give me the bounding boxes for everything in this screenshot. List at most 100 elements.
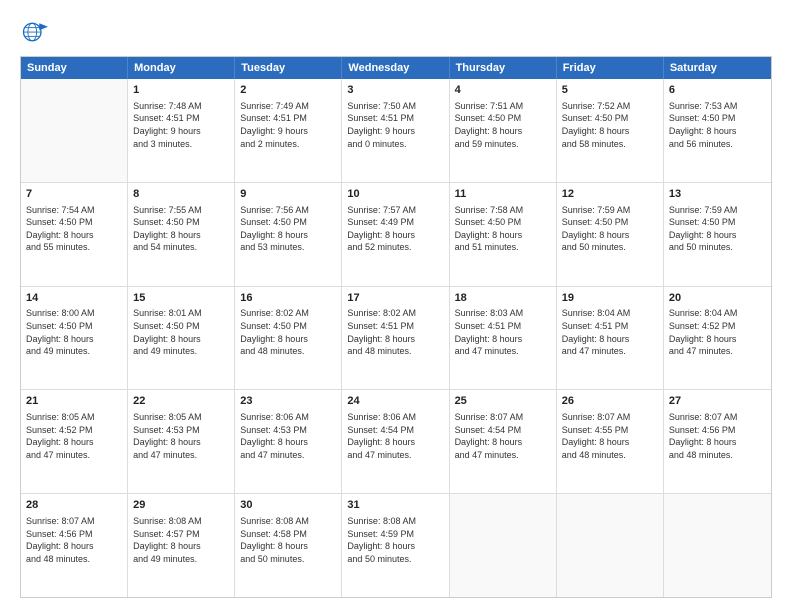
header <box>20 18 772 46</box>
cell-info: Sunrise: 7:59 AM Sunset: 4:50 PM Dayligh… <box>669 204 766 254</box>
page: SundayMondayTuesdayWednesdayThursdayFrid… <box>0 0 792 612</box>
calendar-cell: 6 Sunrise: 7:53 AM Sunset: 4:50 PM Daylig… <box>664 79 771 182</box>
calendar-cell: 5 Sunrise: 7:52 AM Sunset: 4:50 PM Daylig… <box>557 79 664 182</box>
day-number: 7 <box>26 187 122 202</box>
calendar-cell <box>450 494 557 597</box>
cell-info: Sunrise: 8:00 AM Sunset: 4:50 PM Dayligh… <box>26 307 122 357</box>
header-day-monday: Monday <box>128 57 235 79</box>
day-number: 12 <box>562 187 658 202</box>
cell-info: Sunrise: 8:06 AM Sunset: 4:54 PM Dayligh… <box>347 411 443 461</box>
calendar-cell: 1 Sunrise: 7:48 AM Sunset: 4:51 PM Daylig… <box>128 79 235 182</box>
day-number: 4 <box>455 83 551 98</box>
cell-info: Sunrise: 8:04 AM Sunset: 4:51 PM Dayligh… <box>562 307 658 357</box>
cell-info: Sunrise: 8:08 AM Sunset: 4:58 PM Dayligh… <box>240 515 336 565</box>
calendar-body: 1 Sunrise: 7:48 AM Sunset: 4:51 PM Daylig… <box>21 79 771 597</box>
calendar-cell: 20Sunrise: 8:04 AM Sunset: 4:52 PM Dayli… <box>664 287 771 390</box>
calendar-cell: 29 Sunrise: 8:08 AM Sunset: 4:57 PM Dayli… <box>128 494 235 597</box>
cell-info: Sunrise: 8:01 AM Sunset: 4:50 PM Dayligh… <box>133 307 229 357</box>
day-number: 15 <box>133 291 229 306</box>
header-day-tuesday: Tuesday <box>235 57 342 79</box>
day-number: 16 <box>240 291 336 306</box>
calendar-cell: 31Sunrise: 8:08 AM Sunset: 4:59 PM Dayli… <box>342 494 449 597</box>
cell-info: Sunrise: 8:07 AM Sunset: 4:55 PM Dayligh… <box>562 411 658 461</box>
day-number: 14 <box>26 291 122 306</box>
day-number: 10 <box>347 187 443 202</box>
day-number: 13 <box>669 187 766 202</box>
header-day-wednesday: Wednesday <box>342 57 449 79</box>
calendar-cell: 23Sunrise: 8:06 AM Sunset: 4:53 PM Dayli… <box>235 390 342 493</box>
calendar-cell: 7 Sunrise: 7:54 AM Sunset: 4:50 PM Daylig… <box>21 183 128 286</box>
day-number: 18 <box>455 291 551 306</box>
cell-info: Sunrise: 7:57 AM Sunset: 4:49 PM Dayligh… <box>347 204 443 254</box>
calendar-cell: 16Sunrise: 8:02 AM Sunset: 4:50 PM Dayli… <box>235 287 342 390</box>
day-number: 17 <box>347 291 443 306</box>
day-number: 8 <box>133 187 229 202</box>
cell-info: Sunrise: 8:07 AM Sunset: 4:56 PM Dayligh… <box>669 411 766 461</box>
day-number: 11 <box>455 187 551 202</box>
calendar-cell: 28Sunrise: 8:07 AM Sunset: 4:56 PM Dayli… <box>21 494 128 597</box>
calendar-cell: 4 Sunrise: 7:51 AM Sunset: 4:50 PM Daylig… <box>450 79 557 182</box>
day-number: 25 <box>455 394 551 409</box>
cell-info: Sunrise: 7:56 AM Sunset: 4:50 PM Dayligh… <box>240 204 336 254</box>
cell-info: Sunrise: 8:08 AM Sunset: 4:59 PM Dayligh… <box>347 515 443 565</box>
logo <box>20 18 52 46</box>
cell-info: Sunrise: 7:51 AM Sunset: 4:50 PM Dayligh… <box>455 100 551 150</box>
week-row-2: 7 Sunrise: 7:54 AM Sunset: 4:50 PM Daylig… <box>21 182 771 286</box>
cell-info: Sunrise: 8:03 AM Sunset: 4:51 PM Dayligh… <box>455 307 551 357</box>
cell-info: Sunrise: 7:49 AM Sunset: 4:51 PM Dayligh… <box>240 100 336 150</box>
day-number: 29 <box>133 498 229 513</box>
calendar-cell <box>557 494 664 597</box>
day-number: 5 <box>562 83 658 98</box>
cell-info: Sunrise: 8:07 AM Sunset: 4:56 PM Dayligh… <box>26 515 122 565</box>
calendar-cell: 19Sunrise: 8:04 AM Sunset: 4:51 PM Dayli… <box>557 287 664 390</box>
calendar-cell: 17Sunrise: 8:02 AM Sunset: 4:51 PM Dayli… <box>342 287 449 390</box>
week-row-5: 28Sunrise: 8:07 AM Sunset: 4:56 PM Dayli… <box>21 493 771 597</box>
cell-info: Sunrise: 7:53 AM Sunset: 4:50 PM Dayligh… <box>669 100 766 150</box>
calendar-cell: 30 Sunrise: 8:08 AM Sunset: 4:58 PM Dayli… <box>235 494 342 597</box>
day-number: 21 <box>26 394 122 409</box>
cell-info: Sunrise: 8:02 AM Sunset: 4:51 PM Dayligh… <box>347 307 443 357</box>
day-number: 6 <box>669 83 766 98</box>
day-number: 1 <box>133 83 229 98</box>
calendar-cell: 11 Sunrise: 7:58 AM Sunset: 4:50 PM Dayli… <box>450 183 557 286</box>
week-row-3: 14Sunrise: 8:00 AM Sunset: 4:50 PM Dayli… <box>21 286 771 390</box>
calendar-cell: 18Sunrise: 8:03 AM Sunset: 4:51 PM Dayli… <box>450 287 557 390</box>
header-day-thursday: Thursday <box>450 57 557 79</box>
cell-info: Sunrise: 7:54 AM Sunset: 4:50 PM Dayligh… <box>26 204 122 254</box>
calendar-cell: 27Sunrise: 8:07 AM Sunset: 4:56 PM Dayli… <box>664 390 771 493</box>
header-day-friday: Friday <box>557 57 664 79</box>
calendar-header: SundayMondayTuesdayWednesdayThursdayFrid… <box>21 57 771 79</box>
cell-info: Sunrise: 7:52 AM Sunset: 4:50 PM Dayligh… <box>562 100 658 150</box>
calendar-cell: 9 Sunrise: 7:56 AM Sunset: 4:50 PM Daylig… <box>235 183 342 286</box>
day-number: 24 <box>347 394 443 409</box>
week-row-1: 1 Sunrise: 7:48 AM Sunset: 4:51 PM Daylig… <box>21 79 771 182</box>
day-number: 3 <box>347 83 443 98</box>
calendar-cell: 15Sunrise: 8:01 AM Sunset: 4:50 PM Dayli… <box>128 287 235 390</box>
cell-info: Sunrise: 8:06 AM Sunset: 4:53 PM Dayligh… <box>240 411 336 461</box>
cell-info: Sunrise: 8:08 AM Sunset: 4:57 PM Dayligh… <box>133 515 229 565</box>
cell-info: Sunrise: 7:48 AM Sunset: 4:51 PM Dayligh… <box>133 100 229 150</box>
cell-info: Sunrise: 8:07 AM Sunset: 4:54 PM Dayligh… <box>455 411 551 461</box>
day-number: 9 <box>240 187 336 202</box>
calendar-cell: 25 Sunrise: 8:07 AM Sunset: 4:54 PM Dayli… <box>450 390 557 493</box>
calendar-cell: 14Sunrise: 8:00 AM Sunset: 4:50 PM Dayli… <box>21 287 128 390</box>
cell-info: Sunrise: 7:55 AM Sunset: 4:50 PM Dayligh… <box>133 204 229 254</box>
calendar-cell: 21 Sunrise: 8:05 AM Sunset: 4:52 PM Dayli… <box>21 390 128 493</box>
cell-info: Sunrise: 7:59 AM Sunset: 4:50 PM Dayligh… <box>562 204 658 254</box>
calendar-cell: 3Sunrise: 7:50 AM Sunset: 4:51 PM Daylig… <box>342 79 449 182</box>
day-number: 30 <box>240 498 336 513</box>
cell-info: Sunrise: 8:05 AM Sunset: 4:52 PM Dayligh… <box>26 411 122 461</box>
week-row-4: 21 Sunrise: 8:05 AM Sunset: 4:52 PM Dayli… <box>21 389 771 493</box>
header-day-saturday: Saturday <box>664 57 771 79</box>
day-number: 26 <box>562 394 658 409</box>
cell-info: Sunrise: 8:02 AM Sunset: 4:50 PM Dayligh… <box>240 307 336 357</box>
calendar-cell <box>664 494 771 597</box>
day-number: 22 <box>133 394 229 409</box>
calendar-cell: 22 Sunrise: 8:05 AM Sunset: 4:53 PM Dayli… <box>128 390 235 493</box>
cell-info: Sunrise: 7:58 AM Sunset: 4:50 PM Dayligh… <box>455 204 551 254</box>
cell-info: Sunrise: 8:05 AM Sunset: 4:53 PM Dayligh… <box>133 411 229 461</box>
calendar-cell: 10 Sunrise: 7:57 AM Sunset: 4:49 PM Dayli… <box>342 183 449 286</box>
calendar-cell: 26 Sunrise: 8:07 AM Sunset: 4:55 PM Dayli… <box>557 390 664 493</box>
logo-icon <box>20 18 48 46</box>
day-number: 2 <box>240 83 336 98</box>
